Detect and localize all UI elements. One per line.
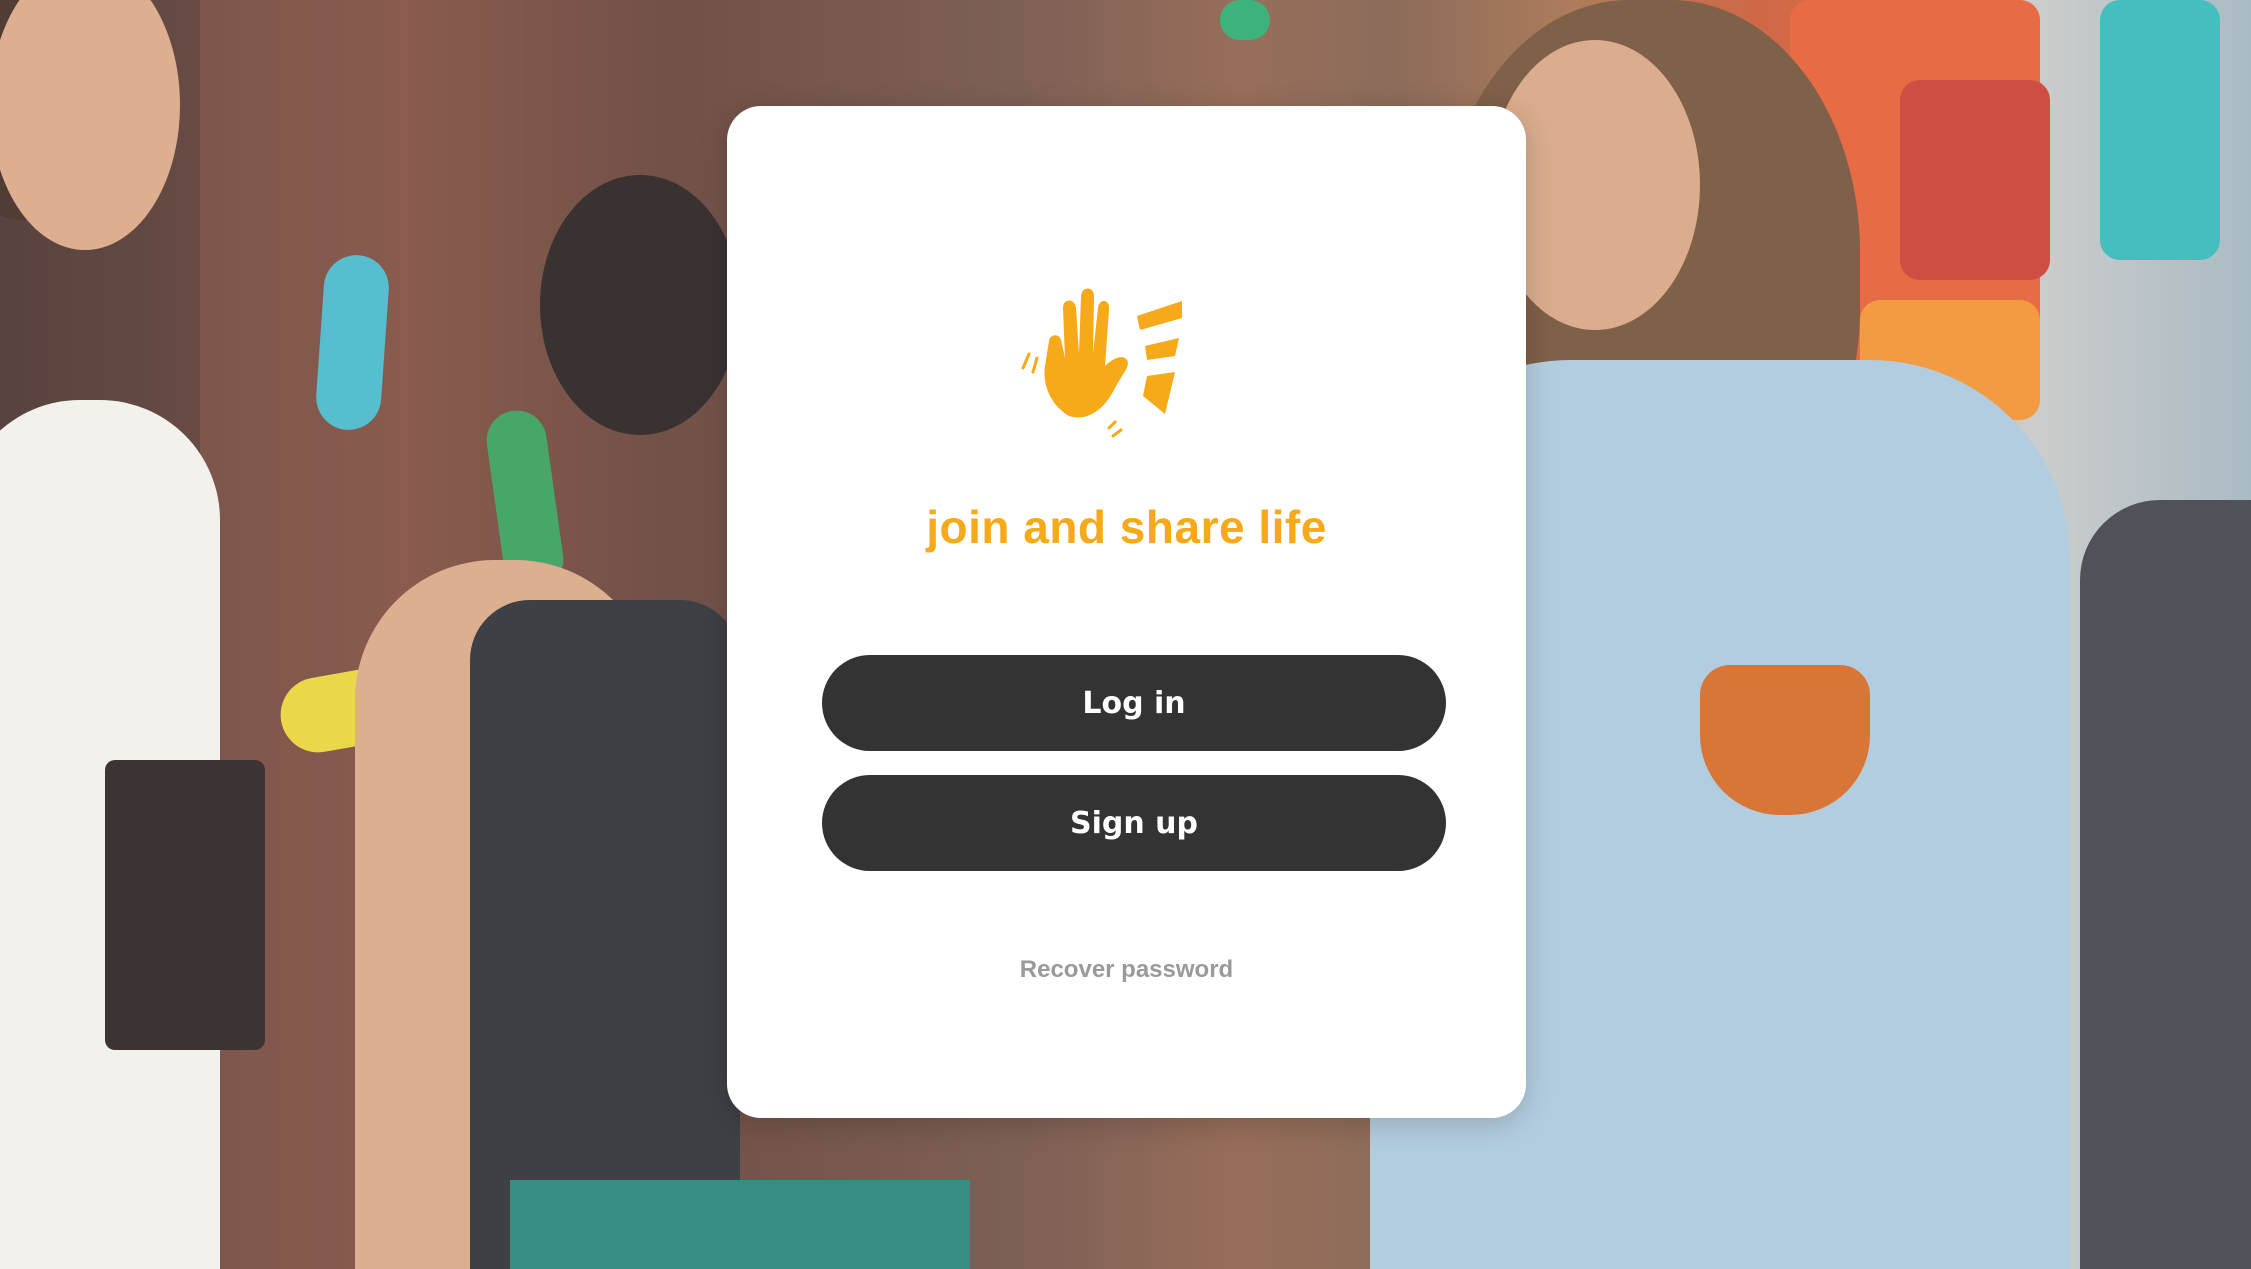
signup-button[interactable]: Sign up (822, 775, 1446, 871)
high-five-hand-icon (997, 246, 1257, 446)
tagline: join and share life (926, 501, 1327, 553)
welcome-card: join and share life Log in Sign up Recov… (727, 106, 1526, 1118)
login-button[interactable]: Log in (822, 655, 1446, 751)
recover-password-link[interactable]: Recover password (727, 956, 1526, 984)
